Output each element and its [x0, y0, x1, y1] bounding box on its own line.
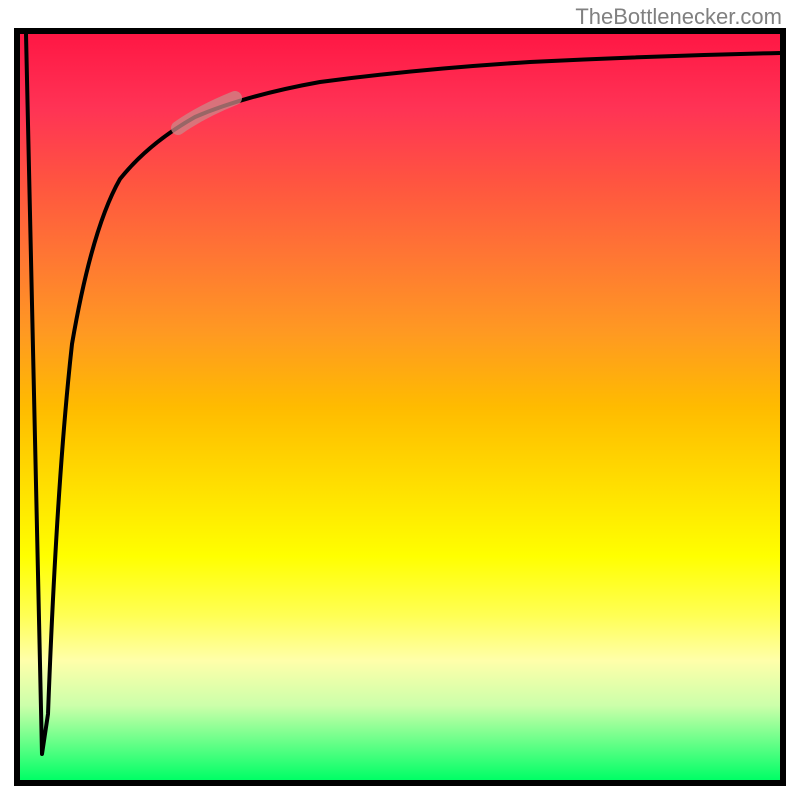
chart-container — [14, 28, 786, 786]
bottleneck-curve-svg — [20, 34, 780, 780]
watermark-text: TheBottlenecker.com — [575, 4, 782, 30]
curve-highlight-segment — [178, 98, 235, 128]
bottleneck-curve — [26, 34, 780, 754]
